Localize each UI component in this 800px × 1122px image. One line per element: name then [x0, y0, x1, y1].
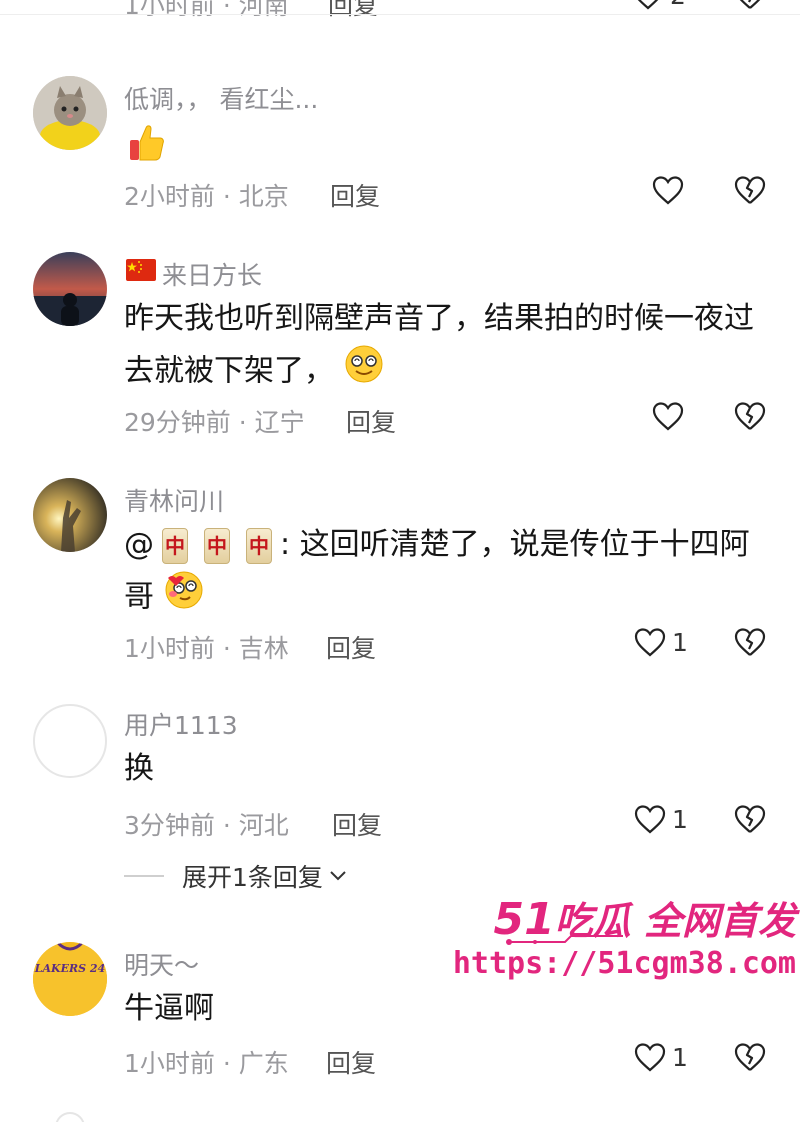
thumbs-up-emoji	[128, 122, 166, 166]
mahjong-tile-icon[interactable]: 中	[246, 527, 272, 564]
chevron-down-icon	[330, 871, 346, 881]
divider-line	[124, 875, 164, 877]
comment-meta: 1小时前 · 河南	[124, 0, 289, 20]
heart-icon	[652, 402, 684, 431]
heart-icon	[634, 628, 666, 657]
username[interactable]: 青林问川	[124, 482, 224, 518]
like-button[interactable]: 1	[634, 1042, 688, 1072]
like-count: 1	[672, 627, 688, 657]
site-watermark: 51吃瓜 全网首发 https://51cgm38.com	[453, 890, 800, 990]
like-button[interactable]	[652, 175, 684, 205]
dislike-button[interactable]	[734, 1042, 766, 1072]
comment-meta: 2小时前 · 北京	[124, 182, 289, 211]
heart-icon	[652, 176, 684, 205]
hand-light-avatar-image	[33, 478, 107, 552]
broken-heart-icon	[734, 628, 766, 656]
username[interactable]: 用户1113	[124, 706, 238, 742]
comment-text: 换	[124, 744, 764, 794]
comment-meta: 3分钟前 · 河北	[124, 811, 289, 840]
hand-light-avatar[interactable]	[33, 478, 107, 552]
sunset-avatar-image	[33, 252, 107, 326]
sunset-avatar[interactable]	[33, 252, 107, 326]
reply-button[interactable]: 回复	[346, 403, 396, 439]
dizzy-face-emoji	[344, 344, 384, 400]
like-count: 2	[670, 0, 686, 10]
lakers-jersey-avatar[interactable]: LAKERS 24	[33, 942, 107, 1016]
reply-button[interactable]: 回复	[328, 0, 378, 22]
heart-icon	[634, 805, 666, 834]
like-count: 1	[672, 1042, 688, 1072]
cat-avatar[interactable]	[33, 76, 107, 150]
dislike-button[interactable]	[734, 0, 766, 10]
expand-replies-label: 展开1条回复	[182, 863, 323, 892]
comment-text: 牛逼啊	[124, 984, 764, 1034]
jersey-text: LAKERS 24	[34, 962, 105, 975]
dislike-button[interactable]	[734, 401, 766, 431]
like-button[interactable]	[652, 401, 684, 431]
cat-avatar-image	[33, 76, 107, 150]
dislike-button[interactable]	[734, 175, 766, 205]
china-flag-icon	[126, 259, 156, 285]
lakers-jersey-image: LAKERS 24	[33, 942, 107, 1016]
like-button[interactable]: 2	[632, 0, 686, 10]
dizzy-blush-face-emoji	[164, 570, 204, 626]
divider	[0, 14, 800, 15]
comment-body: 牛逼啊	[124, 991, 214, 1026]
heart-icon	[637, 0, 659, 10]
comment-text: @ 中中中: 这回听清楚了，说是传位于十四阿哥	[124, 520, 764, 626]
username[interactable]: 来日方长	[162, 256, 262, 292]
reply-button[interactable]: 回复	[330, 177, 380, 213]
reply-button[interactable]: 回复	[332, 806, 382, 842]
comment-body: 换	[124, 751, 154, 786]
comment-meta: 1小时前 · 广东	[124, 1049, 289, 1078]
next-comment-avatar-partial[interactable]	[55, 1112, 85, 1122]
broken-heart-icon	[734, 176, 766, 204]
like-button[interactable]: 1	[634, 804, 688, 834]
reply-button[interactable]: 回复	[326, 1044, 376, 1080]
blank-avatar[interactable]	[33, 704, 107, 778]
broken-heart-icon	[739, 0, 761, 9]
mention-prefix: @	[124, 527, 154, 562]
watermark-url: https://51cgm38.com	[452, 946, 796, 981]
broken-heart-icon	[734, 402, 766, 430]
mahjong-tile-icon[interactable]: 中	[162, 527, 188, 564]
username[interactable]: 低调，， 看红尘...	[124, 80, 318, 116]
broken-heart-icon	[734, 1043, 766, 1071]
username[interactable]: 明天～	[124, 946, 199, 982]
mahjong-tile-icon[interactable]: 中	[204, 527, 230, 564]
reply-button[interactable]: 回复	[326, 629, 376, 665]
heart-icon	[634, 1043, 666, 1072]
comment-body: 昨天我也听到隔壁声音了，结果拍的时候一夜过去就被下架了，	[124, 301, 754, 389]
comment-meta: 1小时前 · 吉林	[124, 634, 289, 663]
previous-comment-partial: 1小时前 · 河南 回复 2	[0, 0, 800, 26]
comment-text: 昨天我也听到隔壁声音了，结果拍的时候一夜过去就被下架了，	[124, 294, 764, 400]
dislike-button[interactable]	[734, 804, 766, 834]
expand-replies-button[interactable]: 展开1条回复	[124, 858, 347, 894]
broken-heart-icon	[734, 805, 766, 833]
dislike-button[interactable]	[734, 627, 766, 657]
like-button[interactable]: 1	[634, 627, 688, 657]
like-count: 1	[672, 804, 688, 834]
comment-meta: 29分钟前 · 辽宁	[124, 408, 305, 437]
